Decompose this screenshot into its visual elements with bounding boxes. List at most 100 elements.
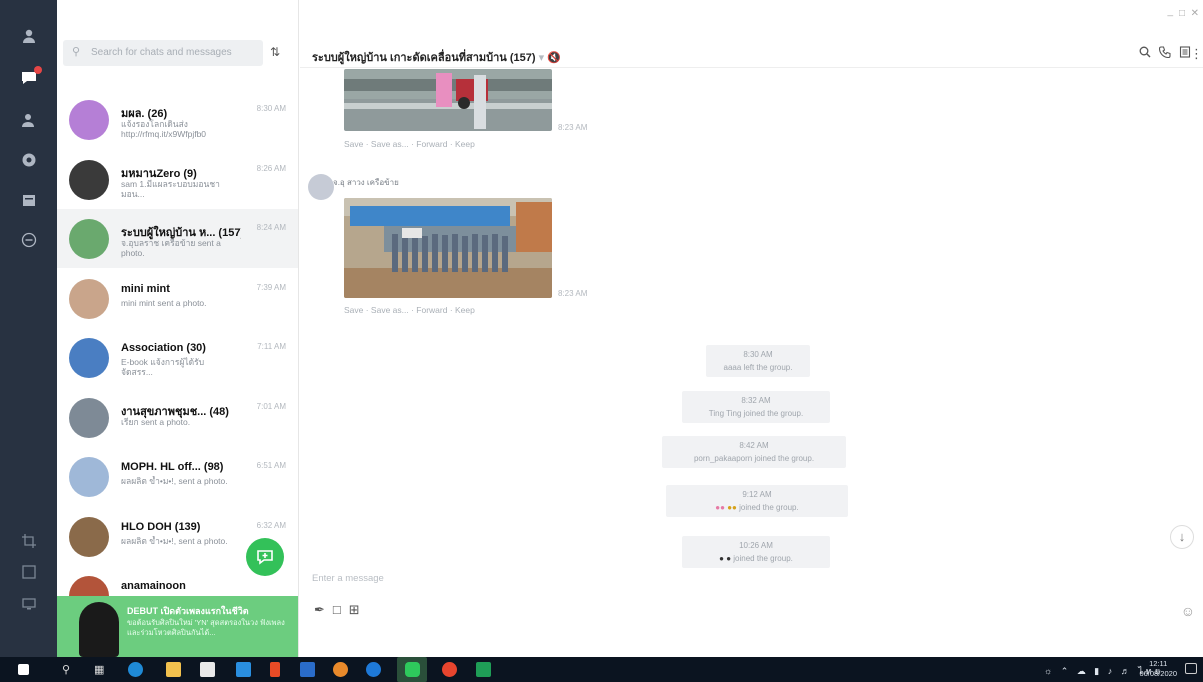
office-icon[interactable] (270, 662, 280, 677)
chat-time: 7:01 AM (256, 401, 286, 411)
message-time: 8:23 AM (558, 123, 588, 132)
chat-list-item[interactable]: MOPH. HL off... (98) ผลผลิต ข้ำ•ม•!, sent… (57, 447, 298, 506)
chat-name: anamainoon (121, 580, 186, 592)
sender-name: จ.อุ สาวง เครือข้าย (333, 178, 399, 187)
close-icon[interactable]: ✕ (1191, 8, 1199, 19)
system-message-time: 10:26 AM (739, 541, 773, 550)
scroll-down-button[interactable]: ↓ (1170, 525, 1194, 549)
firefox-icon[interactable] (442, 662, 457, 677)
new-chat-button[interactable] (246, 538, 284, 576)
user-emoji-icon: ●● (727, 503, 737, 512)
chat-time: 7:11 AM (257, 342, 286, 351)
chat-preview: mini mint sent a photo. (121, 297, 207, 308)
clock[interactable]: 12:11 06/08/2020 (1139, 659, 1177, 679)
clock-date: 06/08/2020 (1139, 669, 1177, 678)
chat-title[interactable]: ระบบผู้ใหญ่บ้าน เกาะดัดเคลื่อนที่สามบ้าน… (312, 48, 561, 66)
edge-icon[interactable] (128, 662, 143, 677)
search-icon[interactable] (1139, 46, 1151, 61)
chat-list-item[interactable]: mini mint mini mint sent a photo. 7:39 AM (57, 269, 298, 328)
chat-title-text: ระบบผู้ใหญ่บ้าน เกาะดัดเคลื่อนที่สามบ้าน… (312, 52, 536, 64)
chrome-icon[interactable] (333, 662, 348, 677)
line-app: ฺ ฺ ⚲ Se (0, 0, 1203, 682)
chat-list-item[interactable]: งานสุขภาพชุมช... (48) เรียก sent a photo.… (57, 388, 298, 447)
promo-text: ขอต้อนรับศิลปินใหม่ 'YN' สุดสตรองในวง ฟั… (127, 618, 285, 637)
maximize-icon[interactable]: □ (1179, 8, 1185, 19)
chat-list-item[interactable]: มหมานZero (9) sam 1.มีแผลระบอบมอนชามอน...… (57, 150, 298, 209)
chat-preview: จ.อุบลราช เครือข้าย sent a photo. (121, 238, 221, 258)
line-taskbar-icon[interactable] (397, 657, 427, 682)
avatar (69, 219, 109, 259)
search-icon[interactable]: ⚲ (62, 663, 77, 678)
chat-preview: E-book แจ้งการผู้ได้รับจัดสรร... (121, 357, 205, 377)
crop-icon[interactable] (20, 534, 38, 552)
add-friend-icon[interactable] (20, 112, 38, 130)
avatar[interactable] (308, 174, 334, 200)
chat-time: 6:51 AM (256, 461, 286, 470)
clock-time: 12:11 (1149, 659, 1168, 668)
avatar (69, 338, 109, 378)
emoji-icon[interactable]: ☺ (1181, 603, 1195, 619)
keep-icon[interactable] (20, 192, 38, 210)
chat-preview: แจ้งรองโลกเดินส่ง http://rfmq.it/x9Wfpjf… (121, 119, 207, 139)
attach-icon[interactable]: ✒ (314, 602, 333, 617)
photo-message[interactable] (344, 69, 552, 131)
user-emoji-icon: ● (719, 554, 724, 563)
user-emoji-icon: ● (726, 554, 732, 563)
more-icon[interactable] (20, 232, 38, 250)
file-explorer-icon[interactable] (166, 662, 181, 677)
chat-name: MOPH. HL off... (98) (121, 461, 224, 473)
chat-list-item[interactable]: มผล. (26) แจ้งรองโลกเดินส่ง http://rfmq.i… (57, 90, 298, 149)
crop-icon[interactable]: ⊞ (349, 602, 368, 617)
avatar (69, 397, 109, 438)
photo-actions[interactable]: Save · Save as... · Forward · Keep (344, 139, 475, 149)
excel-icon[interactable] (476, 662, 491, 677)
sidebar-rail (0, 0, 57, 657)
chat-name: mini mint (121, 282, 170, 295)
chat-name: Association (30) (121, 342, 206, 354)
avatar (69, 159, 109, 200)
input-toolbar: ✒□⊞ (314, 602, 368, 618)
chat-preview: ผลผลิต ข้ำ•ม•!, sent a photo. (121, 535, 228, 546)
chat-name: HLO DOH (139) (121, 520, 201, 533)
system-message-time: 8:42 AM (739, 441, 769, 450)
system-message-text: aaaa left the group. (723, 363, 793, 372)
avatar (69, 457, 109, 497)
message-input[interactable]: Enter a message (312, 573, 384, 584)
person-icon[interactable] (20, 28, 38, 46)
promo-banner[interactable]: DEBUT เปิดตัวเพลงแรกในชีวิต ขอต้อนรับศิล… (57, 596, 298, 657)
menu-icon[interactable]: ⋮ (1190, 46, 1203, 62)
search-box[interactable]: ⚲ Search for chats and messages (63, 40, 263, 66)
mail-icon[interactable] (236, 662, 251, 677)
chat-list-item[interactable]: Association (30) E-book แจ้งการผู้ได้รับจ… (57, 328, 298, 387)
ie-icon[interactable] (366, 662, 381, 677)
chat-time: 8:30 AM (256, 104, 286, 113)
system-message-text: joined the group. (733, 554, 793, 563)
promo-silhouette-image (79, 602, 119, 657)
taskbar: ⚲ ▦ ☼ ⌃ ☁ ▮ ♪ ♬ ไทย 12:11 06/08/2020 (0, 657, 1203, 682)
word-icon[interactable] (300, 662, 315, 677)
window-icon[interactable] (20, 565, 38, 583)
timeline-icon[interactable] (20, 152, 38, 170)
task-view-icon[interactable]: ▦ (94, 663, 109, 678)
keep-icon[interactable]: □ (333, 602, 349, 617)
system-message-text: joined the group. (739, 503, 799, 512)
system-message: 10:26 AM ● ● joined the group. (682, 536, 830, 568)
photo-actions[interactable]: Save · Save as... · Forward · Keep (344, 305, 475, 315)
call-icon[interactable] (1158, 46, 1171, 61)
search-icon: ⚲ (72, 46, 81, 58)
screen-icon[interactable] (20, 597, 38, 615)
store-icon[interactable] (200, 662, 215, 677)
chat-header: ระบบผู้ใหญ่บ้าน เกาะดัดเคลื่อนที่สามบ้าน… (300, 36, 1203, 68)
system-message-time: 8:32 AM (741, 396, 771, 405)
sort-icon[interactable]: ⇅ (270, 45, 280, 59)
system-message-text: porn_pakaaporn joined the group. (693, 454, 815, 463)
chat-list-item[interactable]: ระบบผู้ใหญ่บ้าน ห... (157) จ.อุบลราช เครื… (57, 209, 298, 268)
unread-badge (34, 66, 42, 74)
chat-list-panel: ⚲ Search for chats and messages ⇅ มผล. (… (57, 0, 299, 657)
notifications-icon[interactable] (1185, 663, 1197, 674)
avatar (69, 278, 109, 319)
minimize-icon[interactable]: _ (1167, 6, 1173, 17)
people-icon[interactable]: ☼ (1044, 666, 1055, 676)
photo-message[interactable] (344, 198, 552, 298)
windows-start-icon[interactable] (18, 664, 29, 675)
